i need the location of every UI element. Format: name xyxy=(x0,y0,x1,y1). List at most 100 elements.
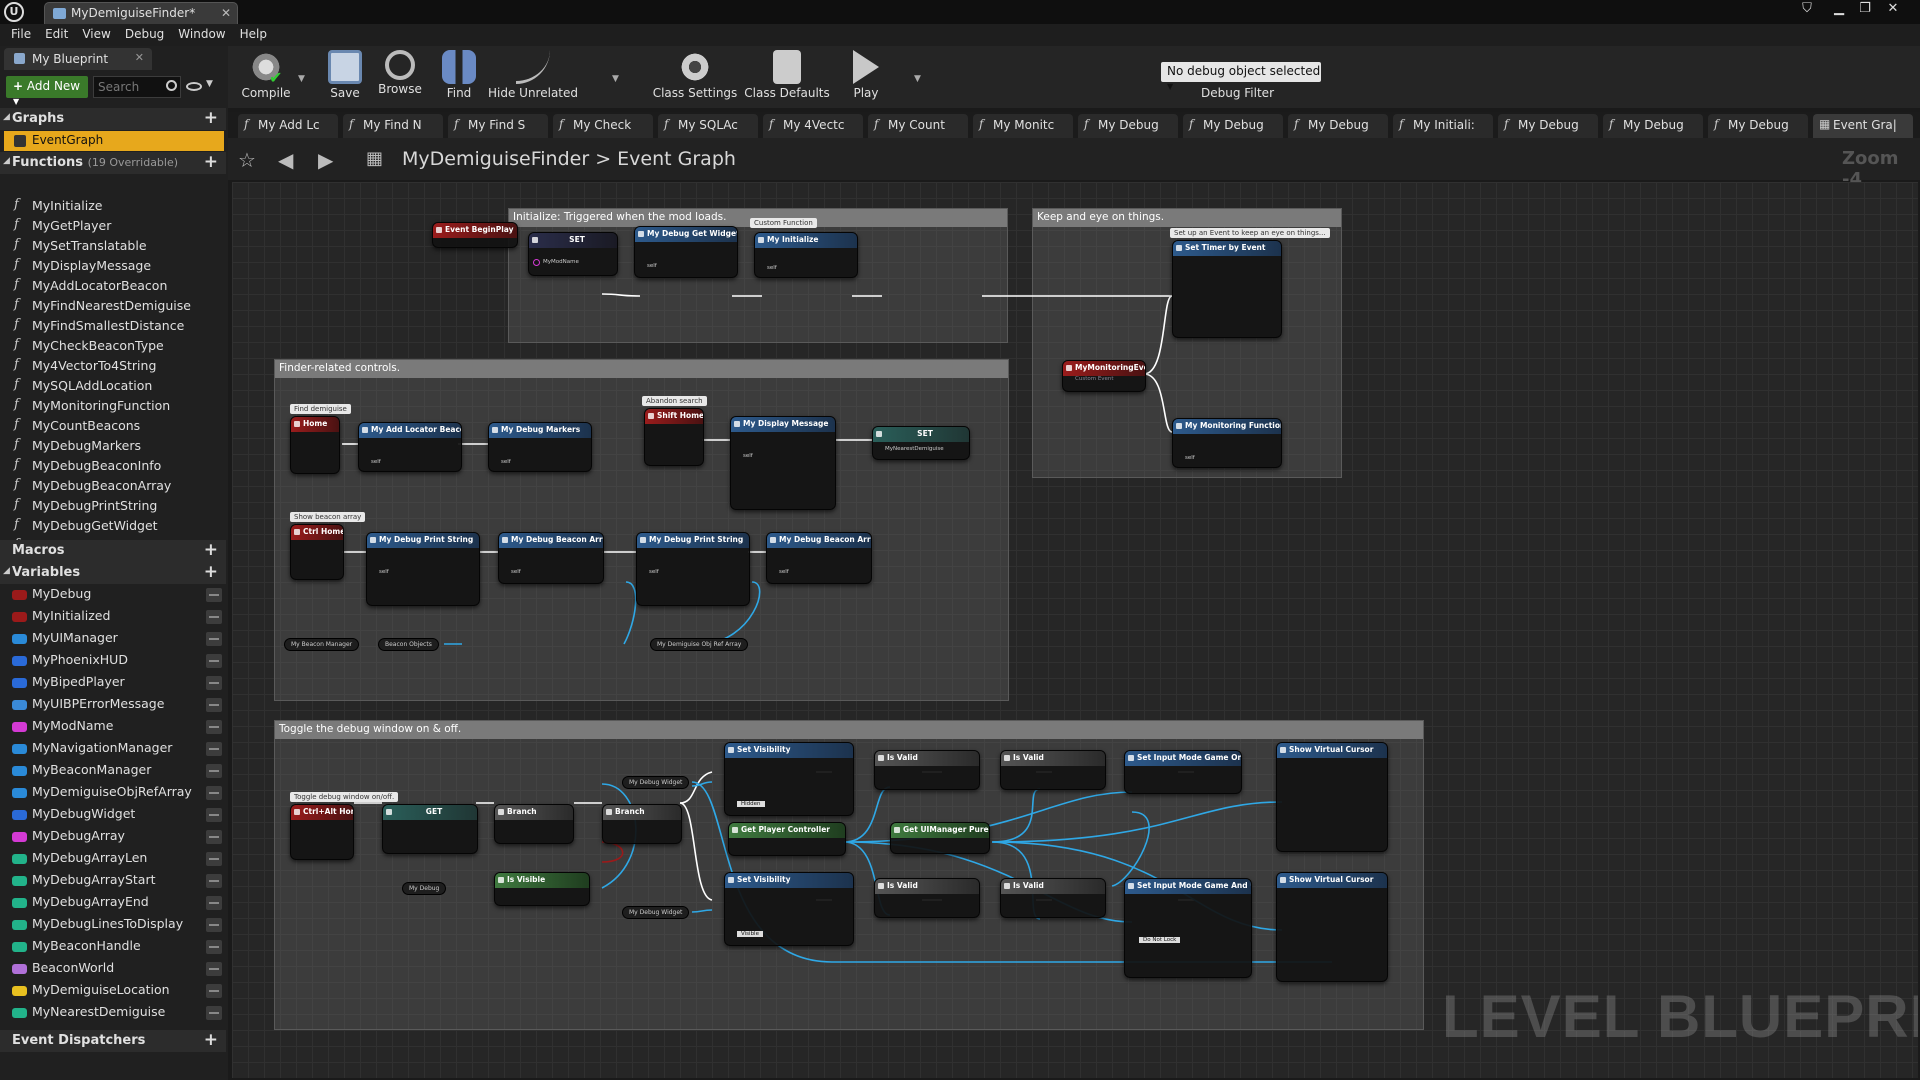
menu-view[interactable]: View xyxy=(79,24,121,46)
visibility-value[interactable]: Hidden xyxy=(737,801,765,807)
function-item[interactable]: f MyCountBeacons xyxy=(12,417,140,438)
var-node-beacon-objects[interactable]: Beacon Objects xyxy=(378,638,439,651)
tab-function[interactable]: f My Add Lc xyxy=(238,114,338,138)
variable-item[interactable]: MyUIManager xyxy=(12,630,222,652)
var-node-my-debug-widget[interactable]: My Debug Widget xyxy=(622,776,690,789)
variable-item[interactable]: MyDemiguiseLocation xyxy=(12,982,222,1004)
function-item[interactable]: f MyMonitoringFunction xyxy=(12,397,170,418)
forward-arrow-icon[interactable]: ▶ xyxy=(318,148,333,172)
variable-item[interactable]: MyNearestDemiguise xyxy=(12,1004,222,1026)
add-variable-icon[interactable]: + xyxy=(204,562,218,582)
variable-item[interactable]: MyDebug xyxy=(12,586,222,608)
class-settings-button[interactable]: Class Settings xyxy=(650,46,740,108)
play-button[interactable]: Play xyxy=(840,46,892,108)
node-set-visibility-visible[interactable]: Set Visibility Visible xyxy=(724,872,854,946)
node-branch-1[interactable]: Branch xyxy=(494,804,574,844)
visibility-toggle-icon[interactable] xyxy=(206,742,222,756)
close-panel-icon[interactable]: ✕ xyxy=(135,51,144,64)
add-macro-icon[interactable]: + xyxy=(204,540,218,560)
node-event-beginplay[interactable]: Event BeginPlay xyxy=(432,222,518,248)
function-item[interactable]: f MyDebugGetWidget xyxy=(12,517,158,538)
add-graph-icon[interactable]: + xyxy=(204,108,218,128)
node-branch-2[interactable]: Branch xyxy=(602,804,682,844)
visibility-toggle-icon[interactable] xyxy=(206,896,222,910)
function-item[interactable]: f MyAddLocatorBeacon xyxy=(12,277,167,298)
node-set-nearest-demiguise[interactable]: SET MyNearestDemiguise xyxy=(872,426,970,460)
visibility-toggle-icon[interactable] xyxy=(206,808,222,822)
variable-item[interactable]: MyBeaconHandle xyxy=(12,938,222,960)
visibility-value[interactable]: Visible xyxy=(737,931,763,937)
function-item[interactable]: f MyCheckBeaconType xyxy=(12,337,164,358)
my-blueprint-tab[interactable]: My Blueprint ✕ xyxy=(4,48,152,70)
function-item[interactable]: f MyDebugBeaconInfo xyxy=(12,457,161,478)
tab-function[interactable]: f My Initiali: xyxy=(1393,114,1493,138)
visibility-toggle-icon[interactable] xyxy=(206,588,222,602)
menu-edit[interactable]: Edit xyxy=(42,24,79,46)
visibility-toggle-icon[interactable] xyxy=(206,720,222,734)
tab-function[interactable]: f My Debug xyxy=(1078,114,1178,138)
variable-item[interactable]: MyDebugWidget xyxy=(12,806,222,828)
node-is-valid-2[interactable]: Is Valid xyxy=(1000,750,1106,790)
node-get-player-controller[interactable]: Get Player Controller xyxy=(728,822,846,856)
node-set-visibility-hidden[interactable]: Set Visibility Hidden xyxy=(724,742,854,816)
breadcrumb-blueprint[interactable]: MyDemiguiseFinder xyxy=(402,148,589,170)
functions-section[interactable]: ◢ Functions (19 Overridable) + xyxy=(0,152,226,174)
tab-function[interactable]: f My Debug xyxy=(1498,114,1598,138)
favorite-star-icon[interactable]: ☆ xyxy=(238,148,256,172)
node-show-virtual-cursor-2[interactable]: Show Virtual Cursor xyxy=(1276,872,1388,982)
visibility-toggle-icon[interactable] xyxy=(206,764,222,778)
var-node-my-debug[interactable]: My Debug xyxy=(402,882,447,895)
tab-function[interactable]: f My Debug xyxy=(1183,114,1283,138)
node-is-valid-3[interactable]: Is Valid xyxy=(874,878,980,918)
menu-file[interactable]: File xyxy=(8,24,42,46)
find-button[interactable]: Find xyxy=(434,46,484,108)
tab-function[interactable]: f My 4Vectc xyxy=(763,114,863,138)
node-get-uimanager-pure[interactable]: Get UIManager Pure xyxy=(890,822,990,854)
breadcrumb-graph[interactable]: Event Graph xyxy=(617,148,736,170)
variable-item[interactable]: MyDebugLinesToDisplay xyxy=(12,916,222,938)
node-set-timer-by-event[interactable]: Set Timer by Event xyxy=(1172,240,1282,338)
tab-function[interactable]: f My Find N xyxy=(343,114,443,138)
visibility-toggle-icon[interactable] xyxy=(206,852,222,866)
minimize-icon[interactable]: ▁ xyxy=(1826,1,1852,21)
maximize-icon[interactable]: ❐ xyxy=(1852,1,1878,21)
variable-item[interactable]: MyDebugArray xyxy=(12,828,222,850)
visibility-toggle-icon[interactable] xyxy=(206,698,222,712)
variable-item[interactable]: MyInitialized xyxy=(12,608,222,630)
view-options-icon[interactable] xyxy=(186,82,202,91)
node-my-debug-beacon-array[interactable]: My Debug Beacon Array self xyxy=(498,532,604,584)
visibility-toggle-icon[interactable] xyxy=(206,962,222,976)
function-item[interactable]: f MyGetPlayer xyxy=(12,217,111,238)
close-tab-icon[interactable]: ✕ xyxy=(221,6,231,20)
event-graph-canvas[interactable]: Initialize: Triggered when the mod loads… xyxy=(232,182,1918,1078)
save-button[interactable]: Save xyxy=(320,46,370,108)
variable-item[interactable]: MyNavigationManager xyxy=(12,740,222,762)
class-defaults-button[interactable]: Class Defaults xyxy=(744,46,830,108)
lock-mode-value[interactable]: Do Not Lock xyxy=(1139,937,1181,943)
macros-section[interactable]: Macros + xyxy=(0,540,226,562)
chevron-down-icon[interactable]: ▼ xyxy=(206,79,213,89)
node-my-monitoring-function[interactable]: My Monitoring Function self xyxy=(1172,418,1282,468)
variable-item[interactable]: MyDemiguiseObjRefArray xyxy=(12,784,222,806)
node-my-add-locator-beacon[interactable]: My Add Locator Beacon self xyxy=(358,422,462,472)
visibility-toggle-icon[interactable] xyxy=(206,918,222,932)
function-item[interactable]: f MyInitialize xyxy=(12,197,103,218)
search-icon[interactable] xyxy=(166,80,177,91)
tab-function[interactable]: f My Find S xyxy=(448,114,548,138)
add-event-dispatcher-icon[interactable]: + xyxy=(204,1030,218,1050)
hide-unrelated-chevron-icon[interactable]: ▼ xyxy=(612,74,619,84)
function-item[interactable]: f MyFindSmallestDistance xyxy=(12,317,184,338)
node-ctrl-home-key[interactable]: Ctrl Home xyxy=(290,524,344,580)
node-my-debug-markers[interactable]: My Debug Markers self xyxy=(488,422,592,472)
variable-item[interactable]: MyModName xyxy=(12,718,222,740)
debug-object-select[interactable]: No debug object selected ▼ xyxy=(1161,62,1321,91)
visibility-toggle-icon[interactable] xyxy=(206,874,222,888)
variable-item[interactable]: MyPhoenixHUD xyxy=(12,652,222,674)
visibility-toggle-icon[interactable] xyxy=(206,830,222,844)
node-show-virtual-cursor-1[interactable]: Show Virtual Cursor xyxy=(1276,742,1388,852)
visibility-toggle-icon[interactable] xyxy=(206,632,222,646)
function-item[interactable]: f MyDebugBeaconArray xyxy=(12,477,171,498)
visibility-toggle-icon[interactable] xyxy=(206,610,222,624)
node-monitoring-event[interactable]: MyMonitoringEvent Custom Event xyxy=(1062,360,1146,392)
tab-function[interactable]: f My Debug xyxy=(1288,114,1388,138)
